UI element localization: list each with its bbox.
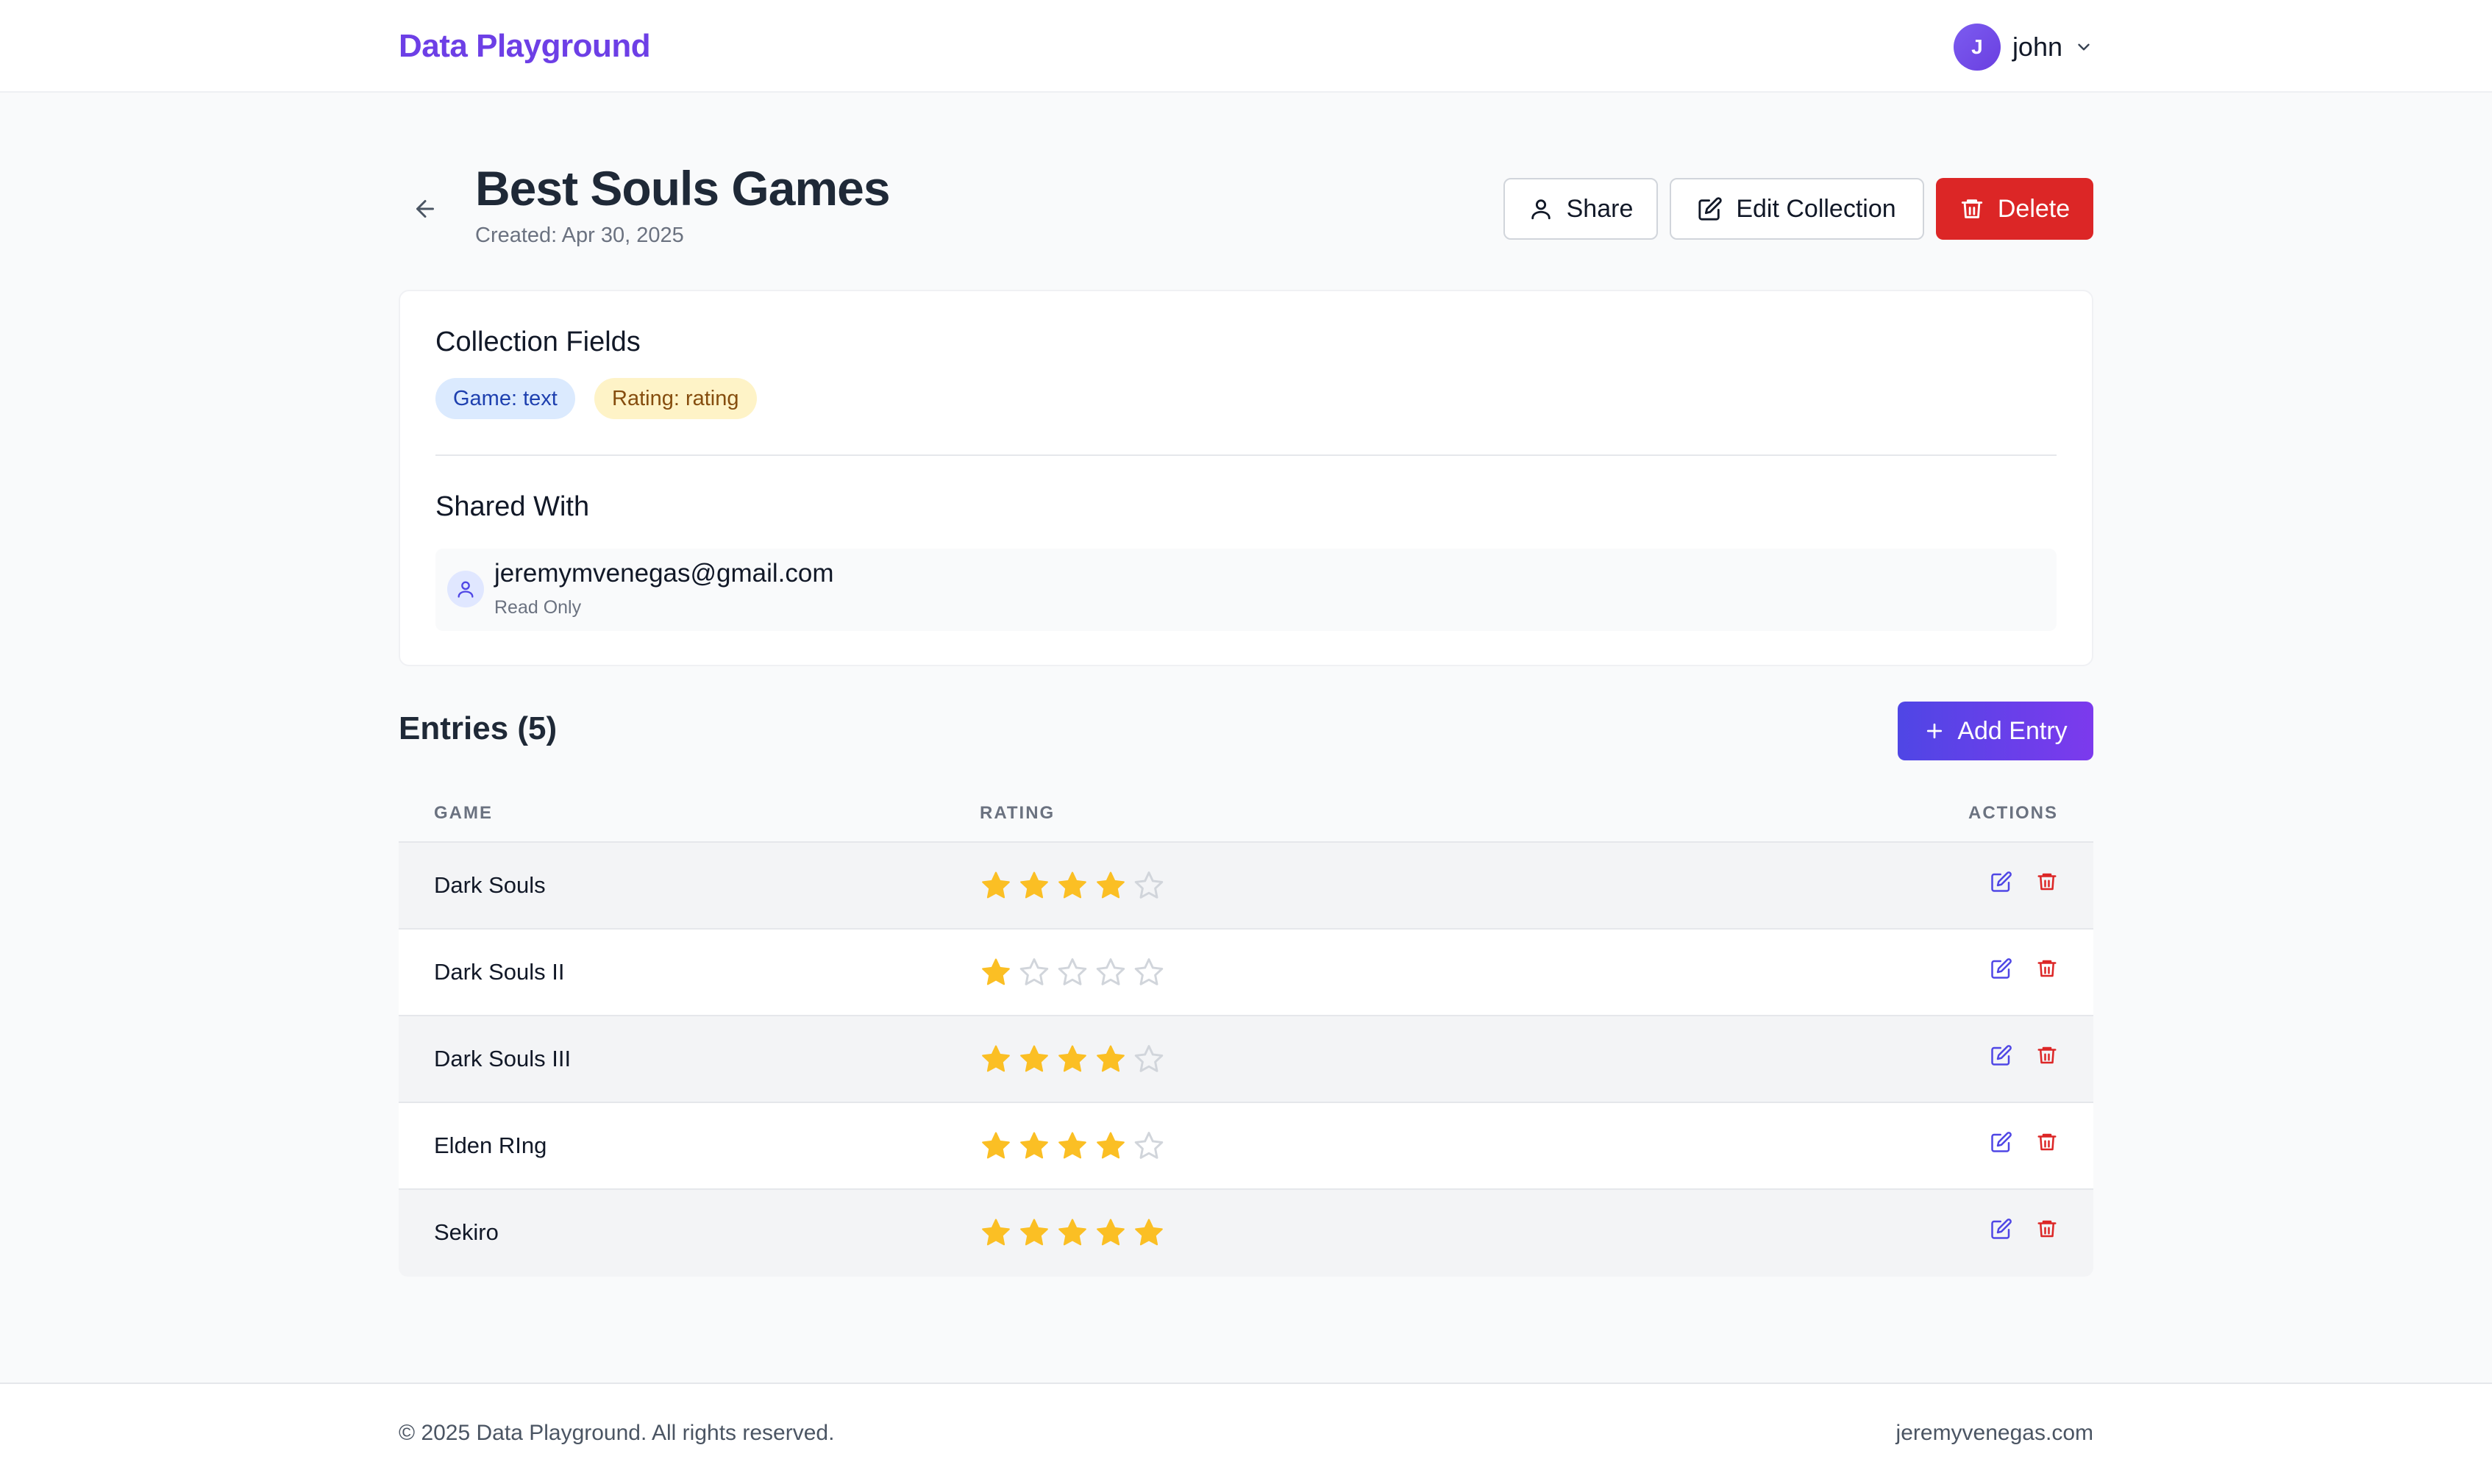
delete-entry-icon[interactable] <box>2036 1044 2058 1066</box>
username: john <box>2012 32 2062 62</box>
star-empty-icon <box>1133 1130 1165 1162</box>
top-navbar: Data Playground J john <box>0 0 2492 93</box>
edit-entry-icon[interactable] <box>1990 871 2012 893</box>
table-row: Elden RIng <box>399 1103 2093 1190</box>
collection-info-card: Collection Fields Game: text Rating: rat… <box>399 290 2093 666</box>
copyright-text: © 2025 Data Playground. All rights reser… <box>399 1421 835 1445</box>
user-icon <box>447 571 484 607</box>
game-cell: Dark Souls II <box>434 959 565 985</box>
add-entry-label: Add Entry <box>1957 716 2068 745</box>
footer-link[interactable]: jeremyvenegas.com <box>1896 1421 2093 1446</box>
star-filled-icon <box>980 869 1012 902</box>
avatar: J <box>1953 24 2001 71</box>
shared-user-item: jeremymvenegas@gmail.com Read Only <box>435 549 2057 631</box>
plus-icon <box>1927 723 1943 739</box>
star-empty-icon <box>1133 956 1165 988</box>
rating-stars <box>980 869 1165 902</box>
delete-entry-icon[interactable] <box>2036 1131 2058 1153</box>
divider <box>435 454 2057 456</box>
star-filled-icon <box>1094 1130 1127 1162</box>
table-header: GAME RATING ACTIONS <box>399 784 2093 843</box>
brand-logo[interactable]: Data Playground <box>399 28 651 65</box>
star-empty-icon <box>1018 956 1050 988</box>
star-empty-icon <box>1094 956 1127 988</box>
star-filled-icon <box>1018 1130 1050 1162</box>
table-row: Dark Souls <box>399 843 2093 930</box>
edit-entry-icon[interactable] <box>1990 957 2012 980</box>
field-chip: Rating: rating <box>594 378 757 419</box>
user-menu[interactable]: J john <box>1953 23 2093 71</box>
star-filled-icon <box>1056 1130 1089 1162</box>
shared-with-title: Shared With <box>435 491 590 522</box>
collection-fields-title: Collection Fields <box>435 327 641 357</box>
rating-stars <box>980 956 1165 988</box>
share-button[interactable]: Share <box>1503 178 1658 240</box>
delete-entry-icon[interactable] <box>2036 957 2058 980</box>
star-filled-icon <box>1018 1043 1050 1075</box>
field-chip: Game: text <box>435 378 575 419</box>
delete-label: Delete <box>1997 194 2071 223</box>
star-filled-icon <box>980 956 1012 988</box>
star-filled-icon <box>1056 869 1089 902</box>
table-body: Dark Souls Dark Souls II Dark Souls III Eld… <box>399 843 2093 1277</box>
game-cell: Dark Souls <box>434 872 546 898</box>
page-title: Best Souls Games <box>475 161 891 215</box>
row-actions <box>1990 1044 2058 1066</box>
row-actions <box>1990 871 2058 893</box>
star-empty-icon <box>1133 869 1165 902</box>
star-filled-icon <box>980 1043 1012 1075</box>
star-filled-icon <box>1018 869 1050 902</box>
entries-title: Entries (5) <box>399 710 558 746</box>
created-date: Created: Apr 30, 2025 <box>475 224 684 247</box>
column-header-game: GAME <box>434 803 493 823</box>
star-filled-icon <box>1094 1216 1127 1249</box>
star-filled-icon <box>1133 1216 1165 1249</box>
edit-entry-icon[interactable] <box>1990 1044 2012 1066</box>
share-label: Share <box>1566 194 1634 223</box>
shared-user-email: jeremymvenegas@gmail.com <box>494 559 834 588</box>
edit-entry-icon[interactable] <box>1990 1131 2012 1153</box>
add-entry-button[interactable]: Add Entry <box>1898 702 2093 760</box>
delete-entry-icon[interactable] <box>2036 1218 2058 1240</box>
column-header-actions: ACTIONS <box>1968 803 2058 823</box>
rating-stars <box>980 1130 1165 1162</box>
star-filled-icon <box>1056 1043 1089 1075</box>
star-filled-icon <box>1094 1043 1127 1075</box>
trash-icon <box>1961 199 1983 218</box>
edit-icon <box>1698 197 1723 221</box>
game-cell: Dark Souls III <box>434 1046 572 1071</box>
footer: © 2025 Data Playground. All rights reser… <box>0 1383 2492 1484</box>
row-actions <box>1990 1131 2058 1153</box>
entries-table: GAME RATING ACTIONS Dark Souls Dark Souls… <box>399 784 2093 1277</box>
chevron-down-icon <box>2074 38 2093 57</box>
table-row: Dark Souls III <box>399 1016 2093 1103</box>
shared-user-permission: Read Only <box>494 597 582 618</box>
delete-button[interactable]: Delete <box>1936 178 2093 240</box>
star-filled-icon <box>1056 1216 1089 1249</box>
rating-stars <box>980 1043 1165 1075</box>
game-cell: Elden RIng <box>434 1132 547 1158</box>
star-empty-icon <box>1133 1043 1165 1075</box>
star-filled-icon <box>980 1216 1012 1249</box>
star-filled-icon <box>1094 869 1127 902</box>
edit-entry-icon[interactable] <box>1990 1218 2012 1240</box>
star-filled-icon <box>980 1130 1012 1162</box>
back-button[interactable] <box>409 193 441 225</box>
delete-entry-icon[interactable] <box>2036 871 2058 893</box>
game-cell: Sekiro <box>434 1219 499 1245</box>
rating-stars <box>980 1216 1165 1249</box>
user-icon <box>1531 199 1551 220</box>
edit-collection-button[interactable]: Edit Collection <box>1670 178 1924 240</box>
arrow-left-icon <box>416 200 434 218</box>
row-actions <box>1990 1218 2058 1240</box>
row-actions <box>1990 957 2058 980</box>
star-filled-icon <box>1018 1216 1050 1249</box>
edit-collection-label: Edit Collection <box>1736 194 1896 223</box>
table-row: Dark Souls II <box>399 930 2093 1016</box>
table-row: Sekiro <box>399 1190 2093 1277</box>
star-empty-icon <box>1056 956 1089 988</box>
column-header-rating: RATING <box>980 803 1055 823</box>
